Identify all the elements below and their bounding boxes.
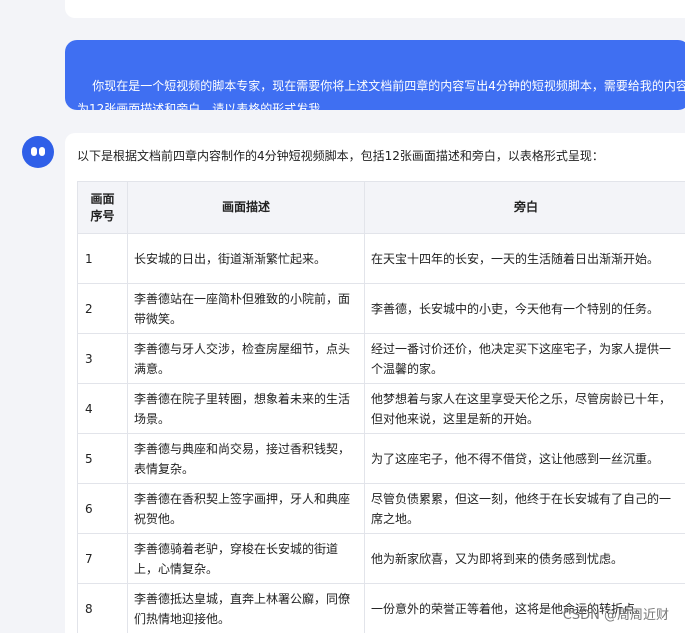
- cell-scene-description: 长安城的日出，街道渐渐繁忙起来。: [127, 233, 365, 284]
- assistant-intro-text: 以下是根据文档前四章内容制作的4分钟短视频脚本，包括12张画面描述和旁白，以表格…: [77, 149, 604, 163]
- header-narration: 旁白: [364, 181, 685, 234]
- cell-scene-number: 6: [77, 483, 128, 534]
- cell-narration: 他为新家欣喜，又为即将到来的债务感到忧虑。: [364, 533, 685, 584]
- cell-scene-description: 李善德抵达皇城，直奔上林署公廨，同僚们热情地迎接他。: [127, 583, 365, 633]
- user-message-bubble: 你现在是一个短视频的脚本专家，现在需要你将上述文档前四章的内容写出4分钟的短视频…: [65, 40, 685, 110]
- user-message-text: 你现在是一个短视频的脚本专家，现在需要你将上述文档前四章的内容写出4分钟的短视频…: [77, 79, 685, 110]
- cell-scene-description: 李善德骑着老驴，穿梭在长安城的街道上，心情复杂。: [127, 533, 365, 584]
- cell-scene-number: 7: [77, 533, 128, 584]
- cell-scene-number: 5: [77, 433, 128, 484]
- cell-narration: 为了这座宅子，他不得不借贷，这让他感到一丝沉重。: [364, 433, 685, 484]
- table-row: 2 李善德站在一座简朴但雅致的小院前，面带微笑。 李善德，长安城中的小吏，今天他…: [77, 283, 685, 334]
- cell-narration: 李善德，长安城中的小吏，今天他有一个特别的任务。: [364, 283, 685, 334]
- assistant-avatar-icon: [22, 136, 54, 168]
- previous-message-bubble: [65, 0, 685, 18]
- avatar-right-eye: [39, 147, 45, 156]
- cell-narration: 尽管负债累累，但这一刻，他终于在长安城有了自己的一席之地。: [364, 483, 685, 534]
- cell-scene-number: 4: [77, 383, 128, 434]
- table-row: 6 李善德在香积契上签字画押，牙人和典座祝贺他。 尽管负债累累，但这一刻，他终于…: [77, 483, 685, 534]
- cell-narration: 经过一番讨价还价，他决定买下这座宅子，为家人提供一个温馨的家。: [364, 333, 685, 384]
- watermark-text: CSDN @周周近财: [562, 608, 669, 623]
- cell-scene-number: 3: [77, 333, 128, 384]
- table-header-row: 画面 序号 画面描述 旁白: [77, 181, 685, 234]
- cell-scene-description: 李善德在院子里转圈，想象着未来的生活场景。: [127, 383, 365, 434]
- assistant-message-bubble: 以下是根据文档前四章内容制作的4分钟短视频脚本，包括12张画面描述和旁白，以表格…: [65, 133, 685, 633]
- cell-scene-description: 李善德与典座和尚交易，接过香积钱契，表情复杂。: [127, 433, 365, 484]
- table-row: 7 李善德骑着老驴，穿梭在长安城的街道上，心情复杂。 他为新家欣喜，又为即将到来…: [77, 533, 685, 584]
- header-scene-description: 画面描述: [127, 181, 365, 234]
- avatar-left-eye: [31, 147, 37, 156]
- cell-scene-description: 李善德与牙人交涉，检查房屋细节，点头满意。: [127, 333, 365, 384]
- cell-narration: 他梦想着与家人在这里享受天伦之乐，尽管房龄已十年，但对他来说，这里是新的开始。: [364, 383, 685, 434]
- table-row: 1 长安城的日出，街道渐渐繁忙起来。 在天宝十四年的长安，一天的生活随着日出渐渐…: [77, 233, 685, 284]
- table-row: 5 李善德与典座和尚交易，接过香积钱契，表情复杂。 为了这座宅子，他不得不借贷，…: [77, 433, 685, 484]
- cell-scene-description: 李善德站在一座简朴但雅致的小院前，面带微笑。: [127, 283, 365, 334]
- cell-scene-number: 2: [77, 283, 128, 334]
- script-table: 画面 序号 画面描述 旁白 1 长安城的日出，街道渐渐繁忙起来。 在天宝十四年的…: [77, 181, 685, 633]
- chat-window: 你现在是一个短视频的脚本专家，现在需要你将上述文档前四章的内容写出4分钟的短视频…: [0, 0, 685, 633]
- cell-scene-number: 8: [77, 583, 128, 633]
- cell-scene-number: 1: [77, 233, 128, 284]
- cell-narration: 在天宝十四年的长安，一天的生活随着日出渐渐开始。: [364, 233, 685, 284]
- table-row: 3 李善德与牙人交涉，检查房屋细节，点头满意。 经过一番讨价还价，他决定买下这座…: [77, 333, 685, 384]
- header-scene-number: 画面 序号: [77, 181, 128, 234]
- cell-scene-description: 李善德在香积契上签字画押，牙人和典座祝贺他。: [127, 483, 365, 534]
- table-row: 4 李善德在院子里转圈，想象着未来的生活场景。 他梦想着与家人在这里享受天伦之乐…: [77, 383, 685, 434]
